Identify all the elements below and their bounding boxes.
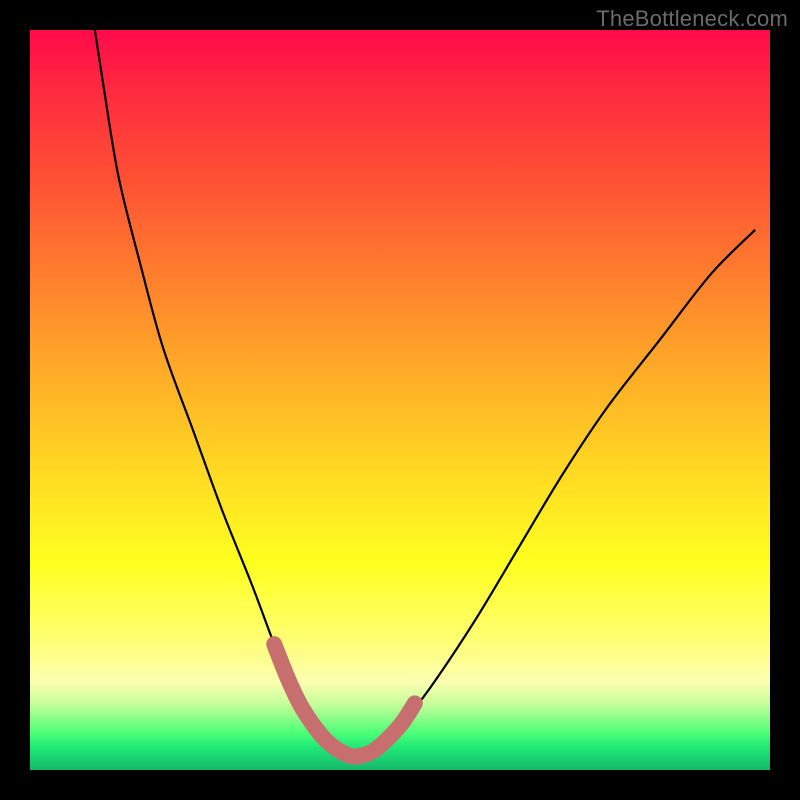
plot-area: [30, 30, 770, 770]
watermark-text: TheBottleneck.com: [596, 6, 788, 32]
curve-layer: [30, 30, 770, 770]
bottom-segment-path: [274, 644, 415, 756]
bottleneck-curve-path: [89, 30, 755, 757]
